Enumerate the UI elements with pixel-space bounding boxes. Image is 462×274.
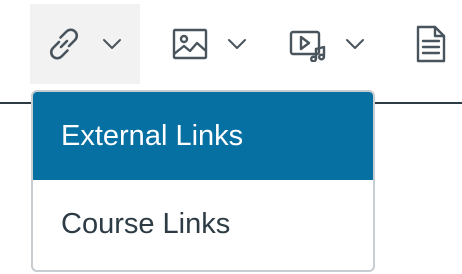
chevron-down-icon	[227, 38, 247, 50]
rce-toolbar	[0, 0, 462, 95]
links-button[interactable]	[30, 4, 140, 84]
chevron-down-icon	[345, 38, 365, 50]
menu-item-external-links[interactable]: External Links	[33, 92, 373, 180]
menu-item-course-links[interactable]: Course Links	[33, 180, 373, 268]
media-icon	[289, 26, 327, 62]
media-button[interactable]	[283, 4, 383, 84]
links-dropdown-menu: External Links Course Links	[31, 90, 375, 272]
image-icon	[171, 26, 209, 62]
link-icon	[44, 24, 84, 64]
images-button[interactable]	[165, 4, 265, 84]
documents-button[interactable]	[408, 4, 462, 84]
chevron-down-icon	[102, 38, 122, 50]
document-icon	[414, 24, 448, 64]
